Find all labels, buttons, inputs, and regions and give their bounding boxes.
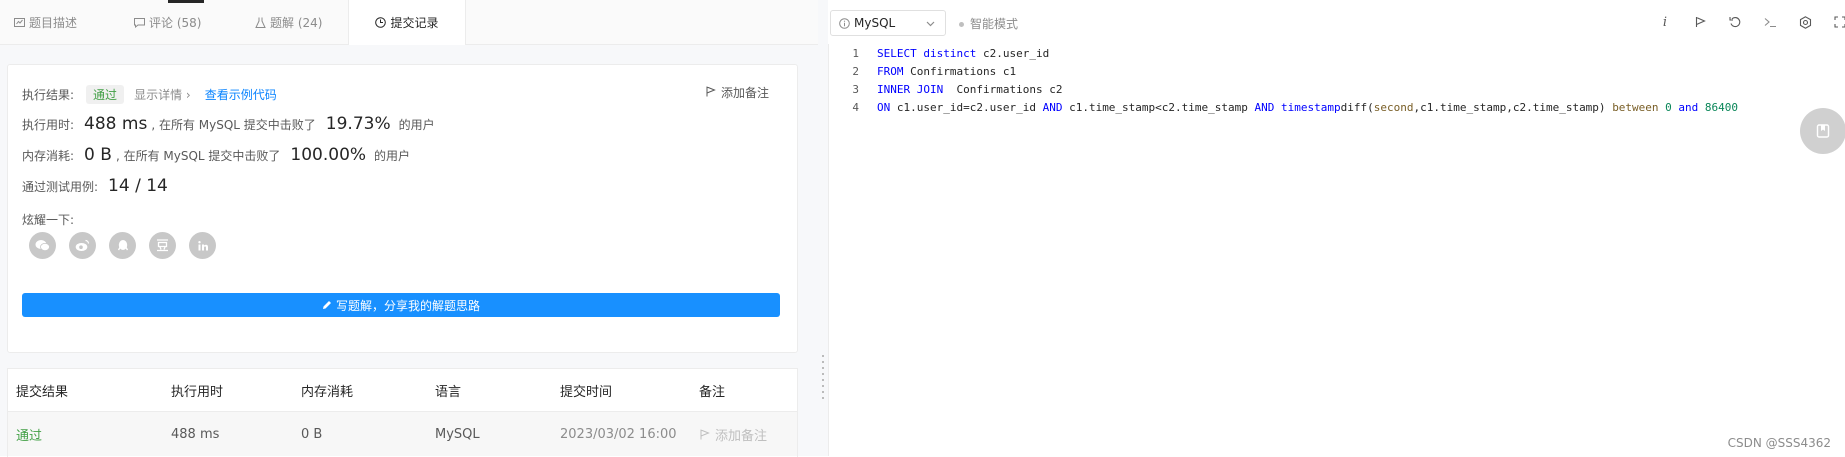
clock-icon [375, 17, 387, 28]
header-language: 语言 [435, 384, 462, 400]
header-status: 提交结果 [16, 384, 69, 400]
comment-icon [134, 17, 145, 28]
flag-icon [700, 429, 710, 440]
drag-handle[interactable] [822, 355, 824, 399]
language-select[interactable]: MySQL [830, 10, 946, 36]
testcases-row: 通过测试用例: 14 / 14 [22, 176, 172, 196]
memory-percent: 100.00% [290, 145, 367, 165]
row-note-label: 添加备注 [715, 428, 768, 444]
editor-toolbar: MySQL 智能模式 i [828, 0, 1845, 45]
tab-solutions[interactable]: 题解 (24) [255, 0, 322, 44]
flag-icon [706, 86, 716, 100]
qq-icon[interactable] [109, 232, 136, 259]
panel-splitter[interactable] [818, 0, 828, 456]
code-line[interactable]: INNER JOIN Confirmations c2 [877, 83, 1062, 96]
language-value: MySQL [854, 16, 896, 30]
line-number: 1 [852, 47, 859, 60]
write-solution-button[interactable]: 写题解，分享我的解题思路 [22, 293, 780, 317]
line-number: 3 [852, 83, 859, 96]
info-icon [839, 17, 850, 29]
line-number: 2 [852, 65, 859, 78]
dot-icon [959, 22, 964, 27]
runtime-row: 执行用时: 488 ms , 在所有 MySQL 提交中击败了 19.73% 的… [22, 114, 435, 134]
header-memory: 内存消耗 [301, 384, 354, 400]
result-row: 执行结果: 通过 显示详情 › 查看示例代码 [22, 85, 277, 104]
share-label: 炫耀一下: [22, 213, 75, 227]
console-icon[interactable] [1762, 14, 1778, 30]
view-sample-code-link[interactable]: 查看示例代码 [205, 86, 277, 103]
runtime-suffix: 的用户 [398, 118, 435, 132]
row-add-note-button[interactable]: 添加备注 [700, 412, 767, 456]
tab-comments[interactable]: 评论 (58) [134, 0, 201, 44]
code-line[interactable]: SELECT distinct c2.user_id [877, 47, 1049, 60]
code-line[interactable]: ON c1.user_id=c2.user_id AND c1.time_sta… [877, 101, 1738, 114]
code-line[interactable]: FROM Confirmations c1 [877, 65, 1016, 78]
testcases-label: 通过测试用例: [22, 180, 99, 194]
runtime-value: 488 ms [84, 114, 148, 134]
tab-description[interactable]: 题目描述 [14, 0, 77, 44]
header-runtime: 执行用时 [171, 384, 224, 400]
write-solution-label: 写题解，分享我的解题思路 [335, 298, 480, 313]
result-label: 执行结果: [22, 88, 75, 102]
memory-row: 内存消耗: 0 B , 在所有 MySQL 提交中击败了 100.00% 的用户 [22, 145, 410, 165]
memory-text: , 在所有 MySQL 提交中击败了 [115, 149, 281, 163]
result-card: 执行结果: 通过 显示详情 › 查看示例代码 添加备注 执行用时: 488 ms… [7, 64, 798, 353]
weibo-icon[interactable] [69, 232, 96, 259]
tab-label: 题解 (24) [270, 15, 323, 30]
fullscreen-icon[interactable] [1832, 14, 1845, 30]
smart-mode-toggle[interactable]: 智能模式 [959, 15, 1018, 32]
line-number: 4 [852, 101, 859, 114]
tab-label: 评论 (58) [149, 15, 202, 30]
row-status[interactable]: 通过 [16, 412, 42, 456]
row-language: MySQL [435, 426, 480, 442]
tab-label: 提交记录 [390, 16, 439, 30]
memory-value: 0 B [84, 145, 112, 165]
watermark: CSDN @SSS4362 [1727, 436, 1831, 450]
line-gutter: 1 2 3 4 [829, 44, 859, 456]
pencil-icon [322, 300, 332, 310]
runtime-text: , 在所有 MySQL 提交中击败了 [151, 118, 316, 132]
status-badge: 通过 [86, 85, 125, 104]
tab-submissions[interactable]: 提交记录 [348, 0, 466, 45]
show-details-link[interactable]: 显示详情 › [134, 86, 191, 103]
row-runtime: 488 ms [171, 426, 220, 442]
add-note-button[interactable]: 添加备注 [706, 84, 769, 101]
linkedin-icon[interactable] [189, 232, 216, 259]
tab-bar: 题目描述 评论 (58) 题解 (24) 提交记录 [0, 0, 818, 45]
runtime-percent: 19.73% [325, 114, 391, 134]
code-editor[interactable]: 1 2 3 4 SELECT distinct c2.user_id FROM … [828, 44, 1845, 456]
runtime-label: 执行用时: [22, 118, 75, 132]
share-icons [29, 232, 216, 259]
settings-icon[interactable] [1797, 14, 1813, 30]
smart-mode-label: 智能模式 [970, 17, 1019, 31]
douban-icon[interactable] [149, 232, 176, 259]
table-header: 提交结果 执行用时 内存消耗 语言 提交时间 备注 [8, 369, 797, 412]
share-row: 炫耀一下: [22, 211, 74, 228]
info-italic-icon[interactable]: i [1657, 14, 1673, 30]
tab-label: 题目描述 [29, 15, 78, 30]
description-icon [14, 17, 25, 28]
run-icon[interactable] [1692, 14, 1708, 30]
wechat-icon[interactable] [29, 232, 56, 259]
bookmark-floating-button[interactable] [1800, 108, 1845, 154]
row-memory: 0 B [301, 426, 323, 442]
header-note: 备注 [699, 384, 726, 400]
add-note-label: 添加备注 [720, 86, 769, 100]
header-time: 提交时间 [560, 384, 613, 400]
submission-table: 提交结果 执行用时 内存消耗 语言 提交时间 备注 通过 488 ms 0 B … [7, 368, 798, 457]
reset-icon[interactable] [1727, 14, 1743, 30]
memory-label: 内存消耗: [22, 149, 75, 163]
testcases-value: 14 / 14 [108, 176, 168, 196]
memory-suffix: 的用户 [374, 149, 411, 163]
table-row[interactable]: 通过 488 ms 0 B MySQL 2023/03/02 16:00 添加备… [8, 412, 797, 456]
row-time: 2023/03/02 16:00 [560, 426, 677, 442]
flask-icon [255, 17, 266, 28]
chevron-down-icon [926, 15, 935, 31]
